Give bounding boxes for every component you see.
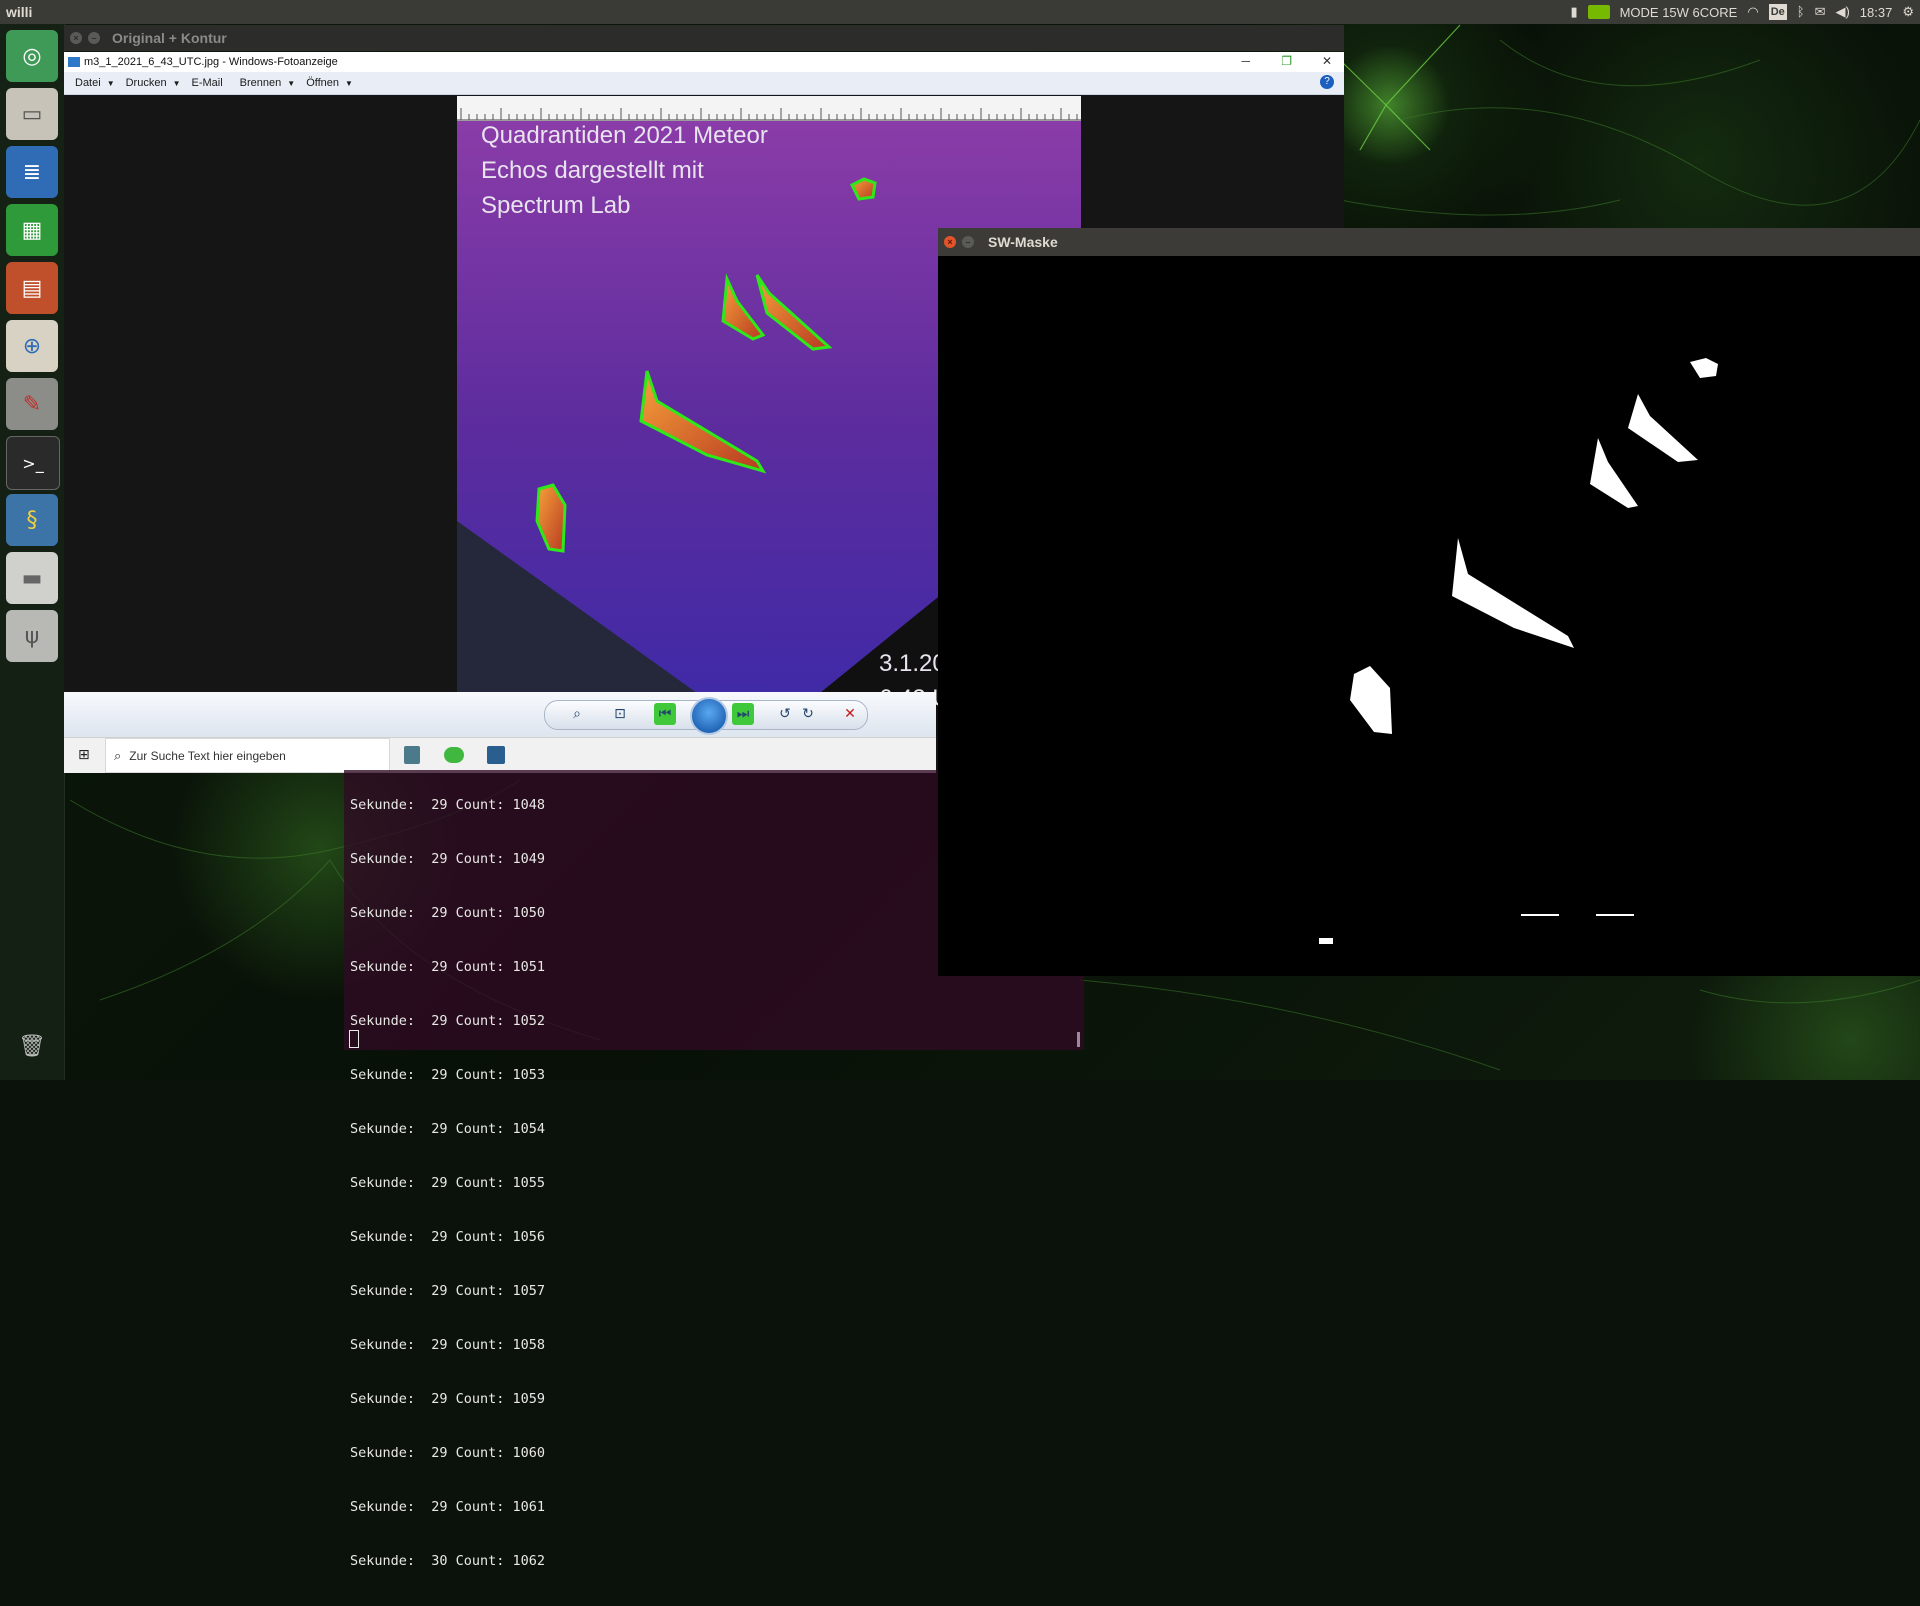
system-tray: ▮ MODE 15W 6CORE ◠ De ᛒ ✉ ◀) 18:37 ⚙ xyxy=(1570,0,1914,24)
terminal-line: Sekunde: 29 Count: 1051 xyxy=(350,959,546,975)
photo-viewer-toolbar: ⌕ ⊡ ⏮ ⏭ ↺ ↻ ✕ xyxy=(64,692,936,737)
photo-viewer-titlebar[interactable]: m3_1_2021_6_43_UTC.jpg - Windows-Fotoanz… xyxy=(64,52,1344,72)
power-mode-label[interactable]: MODE 15W 6CORE xyxy=(1620,5,1738,20)
terminal-icon[interactable]: >_ xyxy=(6,436,60,490)
gear-icon[interactable]: ⚙ xyxy=(1902,4,1914,20)
rotate-right-icon[interactable]: ↻ xyxy=(797,703,819,725)
impress-icon[interactable]: ▤ xyxy=(6,262,58,314)
help-icon[interactable]: ? xyxy=(1320,75,1334,89)
terminal-output: Sekunde: 29 Count: 1048 Sekunde: 29 Coun… xyxy=(350,770,545,1606)
clipboard-icon[interactable]: ▮ xyxy=(1570,4,1577,20)
photo-viewer-menubar: Datei ▼ Drucken ▼ E-Mail Brennen ▼ Öffnen ▼ … xyxy=(64,72,1344,95)
minimize-icon[interactable]: ─ xyxy=(1241,54,1250,68)
image-title-line-3: Spectrum Lab xyxy=(481,192,631,219)
image-title-line-2: Echos dargestellt mit xyxy=(481,157,704,184)
terminal-line: Sekunde: 29 Count: 1050 xyxy=(350,905,546,921)
app-icon-green[interactable] xyxy=(444,747,464,763)
terminal-line: Sekunde: 29 Count: 1061 xyxy=(350,1499,546,1515)
search-placeholder: Zur Suche Text hier eingeben xyxy=(129,748,286,763)
python-icon[interactable]: § xyxy=(6,494,58,546)
minimize-icon[interactable]: – xyxy=(962,236,974,248)
app-icon xyxy=(68,57,80,67)
menu-datei[interactable]: Datei xyxy=(75,77,101,89)
actual-size-icon[interactable]: ⊡ xyxy=(609,703,631,725)
files-icon[interactable]: ▭ xyxy=(6,88,58,140)
launcher: ◎ ▭ ≣ ▦ ▤ ⊕ ✎ >_ § ▬ ψ 🗑 xyxy=(0,24,65,1080)
terminal-line: Sekunde: 29 Count: 1055 xyxy=(350,1175,546,1191)
active-app-name: willi xyxy=(6,4,33,20)
software-center-icon[interactable]: ⊕ xyxy=(6,320,58,372)
close-icon[interactable]: × xyxy=(70,32,82,44)
terminal-line: Sekunde: 29 Count: 1056 xyxy=(350,1229,546,1245)
terminal-line: Sekunde: 29 Count: 1053 xyxy=(350,1067,546,1083)
delete-icon[interactable]: ✕ xyxy=(839,703,861,725)
windows-start-icon[interactable]: ⊞ xyxy=(78,748,92,762)
terminal-line: Sekunde: 29 Count: 1054 xyxy=(350,1121,546,1137)
terminal-cursor xyxy=(349,1030,359,1048)
menu-email[interactable]: E-Mail xyxy=(192,77,223,89)
calculator-icon[interactable] xyxy=(404,746,420,764)
photo-viewer-title: m3_1_2021_6_43_UTC.jpg - Windows-Fotoanz… xyxy=(84,56,338,68)
terminal-line: Sekunde: 29 Count: 1048 xyxy=(350,797,546,813)
drive-icon[interactable]: ▬ xyxy=(6,552,58,604)
menu-drucken[interactable]: Drucken xyxy=(126,77,167,89)
window-title: Original + Kontur xyxy=(112,30,227,46)
usb-icon[interactable]: ψ xyxy=(6,610,58,662)
calc-icon[interactable]: ▦ xyxy=(6,204,58,256)
terminal-line: Sekunde: 29 Count: 1049 xyxy=(350,851,546,867)
terminal-line: Sekunde: 29 Count: 1058 xyxy=(350,1337,546,1353)
sw-mask-window: × – SW-Maske xyxy=(938,228,1920,976)
volume-icon[interactable]: ◀) xyxy=(1835,4,1849,20)
previous-icon[interactable]: ⏮ xyxy=(654,703,676,725)
photos-app-icon[interactable] xyxy=(487,746,505,764)
windows-taskbar: ⊞ ⌕ Zur Suche Text hier eingeben xyxy=(64,737,936,773)
binary-mask-image xyxy=(938,256,1920,976)
bluetooth-icon[interactable]: ᛒ xyxy=(1797,4,1805,20)
trash-icon[interactable]: 🗑 xyxy=(6,1020,58,1072)
minimize-icon[interactable]: – xyxy=(88,32,100,44)
clock[interactable]: 18:37 xyxy=(1860,5,1893,20)
zoom-icon[interactable]: ⌕ xyxy=(566,703,588,725)
menu-brennen[interactable]: Brennen xyxy=(240,77,282,89)
terminal-scrollbar[interactable] xyxy=(1077,1032,1080,1047)
slideshow-icon[interactable] xyxy=(690,697,728,735)
sw-mask-titlebar[interactable]: × – SW-Maske xyxy=(938,228,1920,256)
close-icon[interactable]: × xyxy=(944,236,956,248)
wifi-icon[interactable]: ◠ xyxy=(1747,4,1758,20)
taskbar-search[interactable]: ⌕ Zur Suche Text hier eingeben xyxy=(105,738,390,773)
terminal-line: Sekunde: 30 Count: 1062 xyxy=(350,1553,546,1569)
terminal-line: Sekunde: 29 Count: 1057 xyxy=(350,1283,546,1299)
top-panel: willi ▮ MODE 15W 6CORE ◠ De ᛒ ✉ ◀) 18:37… xyxy=(0,0,1920,24)
terminal-line: Sekunde: 29 Count: 1060 xyxy=(350,1445,546,1461)
rotate-left-icon[interactable]: ↺ xyxy=(774,703,796,725)
settings-icon[interactable]: ✎ xyxy=(6,378,58,430)
keyboard-layout-indicator[interactable]: De xyxy=(1768,4,1787,20)
search-icon: ⌕ xyxy=(114,747,122,763)
ubuntu-logo-icon[interactable]: ◎ xyxy=(6,30,58,82)
next-icon[interactable]: ⏭ xyxy=(732,703,754,725)
terminal-line: Sekunde: 29 Count: 1059 xyxy=(350,1391,546,1407)
image-title-text: Quadrantiden 2021 Meteor Echos dargestel… xyxy=(481,118,768,223)
image-title-line-1: Quadrantiden 2021 Meteor xyxy=(481,122,768,149)
writer-icon[interactable]: ≣ xyxy=(6,146,58,198)
restore-icon[interactable]: ❐ xyxy=(1281,54,1292,68)
terminal-line: Sekunde: 29 Count: 1052 xyxy=(350,1013,546,1029)
sw-mask-title: SW-Maske xyxy=(988,234,1058,250)
menu-oeffnen[interactable]: Öffnen xyxy=(306,77,339,89)
nvidia-icon[interactable] xyxy=(1587,5,1610,19)
mail-icon[interactable]: ✉ xyxy=(1815,4,1826,20)
window-titlebar-original-kontur[interactable]: × – Original + Kontur xyxy=(64,25,1344,51)
close-icon[interactable]: ✕ xyxy=(1322,54,1332,68)
